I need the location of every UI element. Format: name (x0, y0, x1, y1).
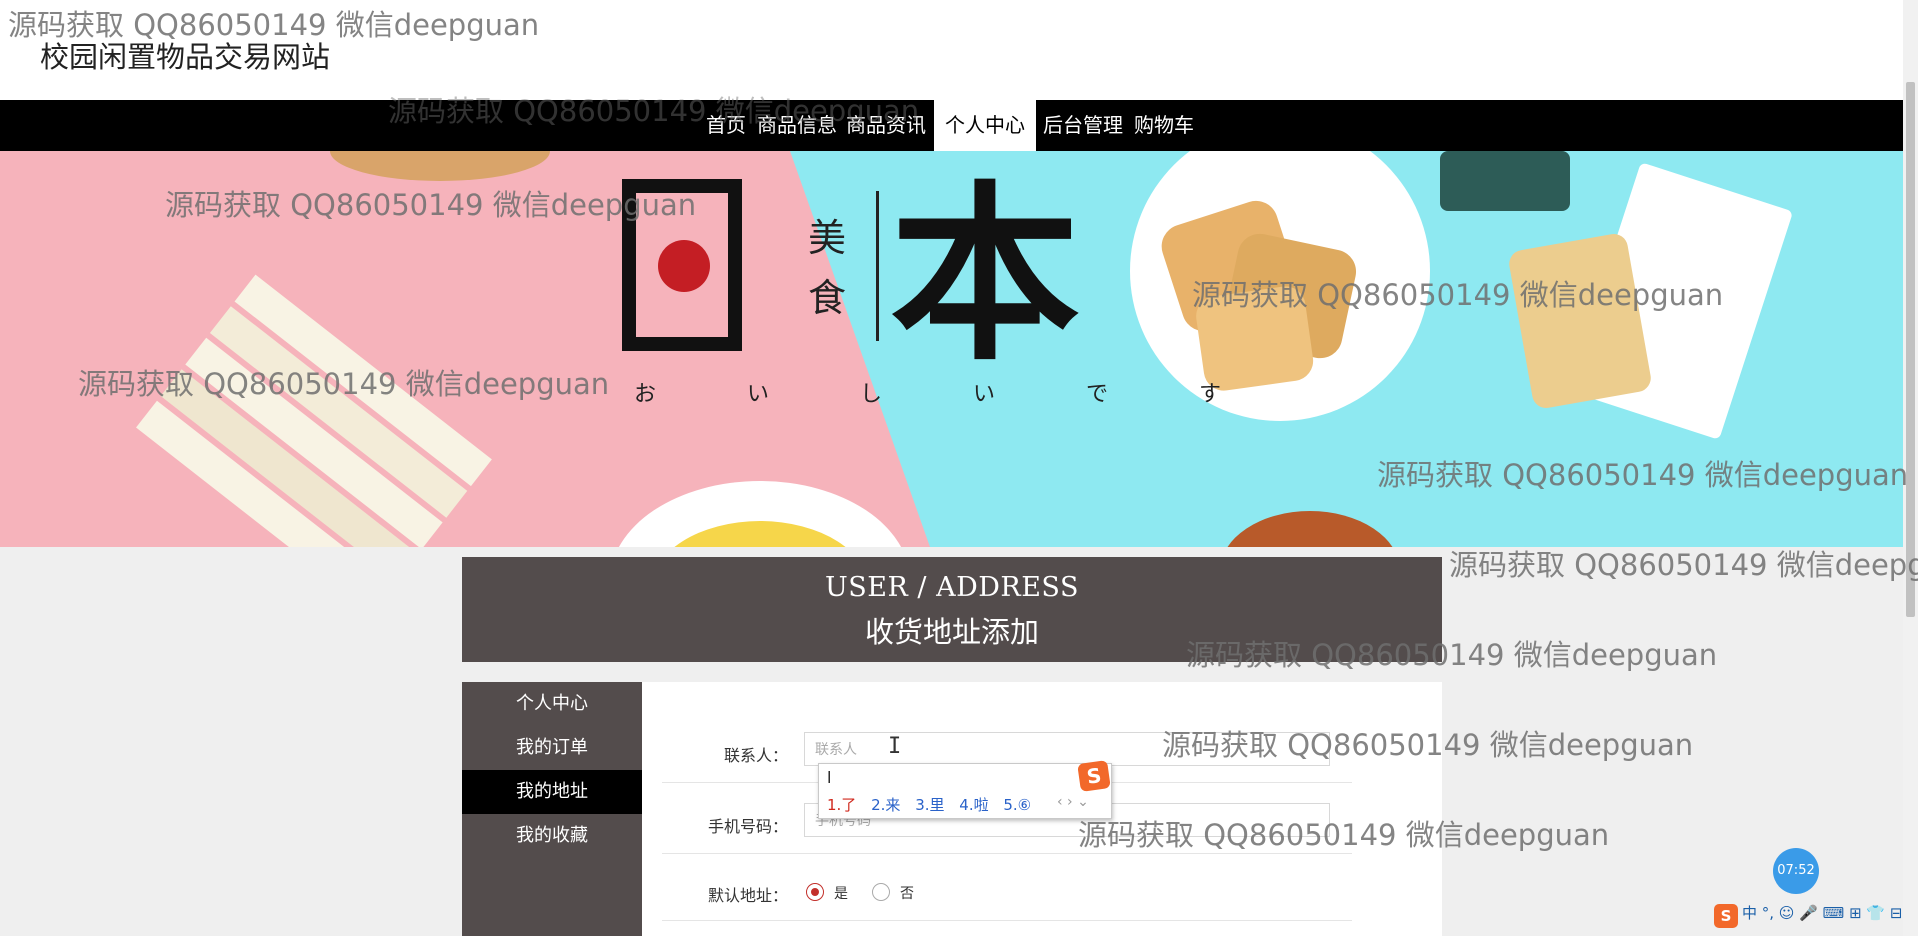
site-title: 校园闲置物品交易网站 (40, 40, 331, 74)
banner-image: 美 食 本 お い し い で す (0, 151, 1903, 547)
side-item-personal-center[interactable]: 个人中心 (462, 682, 642, 726)
nav-cart[interactable]: 购物车 (1134, 100, 1194, 151)
nav-home[interactable]: 首页 (706, 100, 746, 151)
side-item-my-orders[interactable]: 我的订单 (462, 726, 642, 770)
nav-goods-info[interactable]: 商品信息 (757, 100, 837, 151)
banner-small-char-2: 食 (808, 276, 846, 320)
scrollbar-thumb[interactable] (1906, 82, 1915, 617)
main-nav: 首页 商品信息 商品资讯 个人中心 后台管理 购物车 (0, 100, 1903, 151)
banner-small-char-1: 美 (808, 216, 846, 260)
sogou-tray-icon[interactable]: S (1714, 904, 1738, 928)
text-cursor-icon: I (888, 734, 902, 759)
contact-label: 联系人： (723, 746, 788, 765)
nav-admin[interactable]: 后台管理 (1043, 100, 1123, 151)
ime-candidates: 1.了 2.来 3.里 4.啦 5.⑥ (827, 794, 1041, 815)
row-divider (662, 920, 1352, 921)
default-yes-radio[interactable] (806, 883, 824, 901)
default-address-label: 默认地址： (707, 886, 788, 905)
ime-status-icons[interactable]: 中 °, ☺ 🎤 ⌨ ⊞ 👕 ⊟ (1742, 904, 1902, 922)
default-no-label: 否 (900, 886, 914, 902)
page-title-box: USER / ADDRESS 收货地址添加 (462, 557, 1442, 662)
floating-clock[interactable]: 07:52 (1773, 848, 1819, 894)
default-yes-label: 是 (834, 886, 848, 902)
ime-candidate-popup: l S 1.了 2.来 3.里 4.啦 5.⑥ ‹ › ⌄ (818, 760, 1112, 819)
page-scrollbar[interactable] (1903, 0, 1918, 936)
hero-banner: 美 食 本 お い し い で す (0, 151, 1903, 547)
ime-status-bar: S中 °, ☺ 🎤 ⌨ ⊞ 👕 ⊟ (1712, 902, 1918, 932)
ime-candidate[interactable]: 2.来 (871, 796, 900, 814)
watermark: 源码获取 QQ86050149 微信deepguan (1449, 548, 1918, 582)
ime-composition: l (827, 768, 832, 787)
nav-goods-news[interactable]: 商品资讯 (846, 100, 926, 151)
row-divider (662, 853, 1352, 854)
contact-input[interactable]: 联系人 (804, 732, 1330, 766)
page-title-zh: 收货地址添加 (864, 615, 1039, 649)
sogou-logo-icon: S (1077, 760, 1111, 792)
page-title-en: USER / ADDRESS (825, 572, 1079, 603)
side-item-my-favorites[interactable]: 我的收藏 (462, 814, 642, 858)
ime-candidate[interactable]: 3.里 (915, 796, 944, 814)
ime-candidate[interactable]: 1.了 (827, 796, 856, 814)
ime-candidate[interactable]: 4.啦 (959, 796, 988, 814)
side-menu: 个人中心 我的订单 我的地址 我的收藏 (462, 682, 642, 936)
ime-candidate[interactable]: 5.⑥ (1003, 796, 1031, 814)
site-header: 校园闲置物品交易网站 (0, 0, 1903, 100)
phone-label: 手机号码： (707, 817, 788, 836)
side-item-my-address[interactable]: 我的地址 (462, 770, 642, 814)
banner-big-char: 本 (890, 163, 1080, 386)
ime-page-arrows-icon[interactable]: ‹ › ⌄ (1057, 794, 1089, 810)
default-no-radio[interactable] (872, 883, 890, 901)
banner-subtitle: お い し い で す (634, 382, 1263, 407)
nav-personal-center[interactable]: 个人中心 (934, 100, 1036, 151)
